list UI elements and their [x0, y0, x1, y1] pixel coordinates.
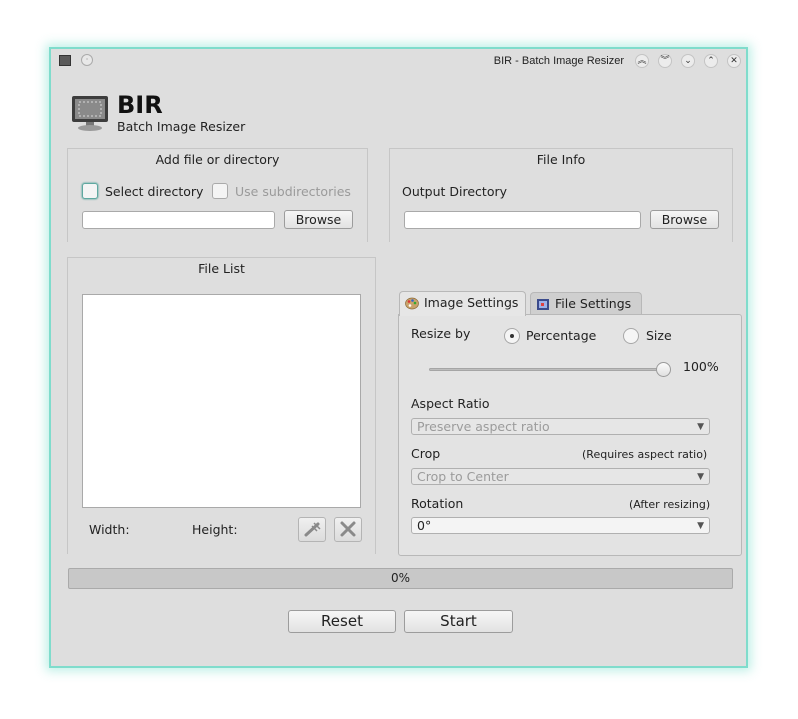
close-icon[interactable]: ✕ — [727, 54, 741, 68]
maximize-icon[interactable]: ⌃ — [704, 54, 718, 68]
chevron-down-icon: ▼ — [697, 521, 704, 531]
progress-bar: 0% — [68, 568, 733, 589]
select-directory-checkbox[interactable] — [82, 183, 98, 199]
height-label: Height: — [192, 522, 238, 537]
palette-icon — [405, 297, 419, 310]
browse-input-button[interactable]: Browse — [284, 210, 353, 229]
browse-output-button[interactable]: Browse — [650, 210, 719, 229]
crop-label: Crop — [411, 446, 441, 461]
percentage-label[interactable]: Percentage — [526, 328, 596, 343]
chevron-down-icon: ▼ — [697, 422, 704, 432]
clear-x-icon — [340, 521, 356, 537]
size-radio[interactable] — [623, 328, 639, 344]
output-directory-input[interactable] — [404, 211, 641, 229]
reset-button[interactable]: Reset — [288, 610, 396, 633]
use-subdirectories-label[interactable]: Use subdirectories — [235, 184, 351, 199]
clear-list-button[interactable] — [334, 517, 362, 542]
app-name: BIR — [117, 91, 163, 119]
aspect-ratio-value: Preserve aspect ratio — [417, 419, 550, 434]
width-label: Width: — [89, 522, 130, 537]
app-subtitle: Batch Image Resizer — [117, 119, 246, 134]
tab-file-settings[interactable]: File Settings — [530, 292, 642, 316]
file-list-group-title: File List — [198, 261, 245, 276]
file-info-group-title: File Info — [536, 152, 586, 167]
percentage-slider-handle[interactable] — [656, 362, 671, 377]
aspect-ratio-select[interactable]: Preserve aspect ratio ▼ — [411, 418, 710, 435]
aspect-ratio-label: Aspect Ratio — [411, 396, 490, 411]
crop-note: (Requires aspect ratio) — [582, 448, 708, 461]
keep-below-icon[interactable]: ︾ — [658, 54, 672, 68]
start-button[interactable]: Start — [404, 610, 513, 633]
title-bar[interactable]: · BIR - Batch Image Resizer ︽ ︾ ⌄ ⌃ ✕ — [51, 49, 746, 75]
tab-file-settings-label: File Settings — [555, 296, 632, 311]
window-title: BIR - Batch Image Resizer — [493, 55, 624, 67]
crop-select[interactable]: Crop to Center ▼ — [411, 468, 710, 485]
file-settings-icon — [537, 299, 549, 310]
chevron-down-icon: ▼ — [697, 472, 704, 482]
rotation-value: 0° — [417, 518, 432, 533]
file-info-group: File Info Output Directory Browse — [389, 148, 733, 242]
select-directory-label[interactable]: Select directory — [105, 184, 203, 199]
size-label[interactable]: Size — [646, 328, 672, 343]
output-directory-label: Output Directory — [402, 184, 508, 199]
rotation-label: Rotation — [411, 496, 464, 511]
file-list[interactable] — [82, 294, 361, 508]
bir-logo-icon — [72, 96, 108, 131]
app-window-icon[interactable] — [59, 55, 71, 66]
crop-value: Crop to Center — [417, 469, 509, 484]
on-all-desktops-icon[interactable]: · — [81, 54, 93, 66]
percentage-value: 100% — [683, 359, 719, 374]
tab-image-settings-label: Image Settings — [424, 295, 519, 310]
add-file-group-title: Add file or directory — [155, 152, 280, 167]
rotation-select[interactable]: 0° ▼ — [411, 517, 710, 534]
resize-by-label: Resize by — [411, 326, 471, 341]
percentage-radio[interactable] — [504, 328, 520, 344]
remove-selected-button[interactable] — [298, 517, 326, 542]
progress-text: 0% — [390, 571, 411, 585]
tab-image-settings[interactable]: Image Settings — [399, 291, 526, 316]
main-window: · BIR - Batch Image Resizer ︽ ︾ ⌄ ⌃ ✕ BI… — [49, 47, 748, 668]
image-settings-panel: Resize by Percentage Size 100% Aspect Ra… — [398, 314, 742, 556]
magic-wand-icon — [304, 522, 321, 537]
add-file-group: Add file or directory Select directory U… — [67, 148, 368, 242]
percentage-slider-track[interactable] — [429, 368, 667, 371]
path-input[interactable] — [82, 211, 275, 229]
minimize-icon[interactable]: ⌄ — [681, 54, 695, 68]
use-subdirectories-checkbox[interactable] — [212, 183, 228, 199]
rotation-note: (After resizing) — [629, 498, 711, 511]
keep-above-icon[interactable]: ︽ — [635, 54, 649, 68]
